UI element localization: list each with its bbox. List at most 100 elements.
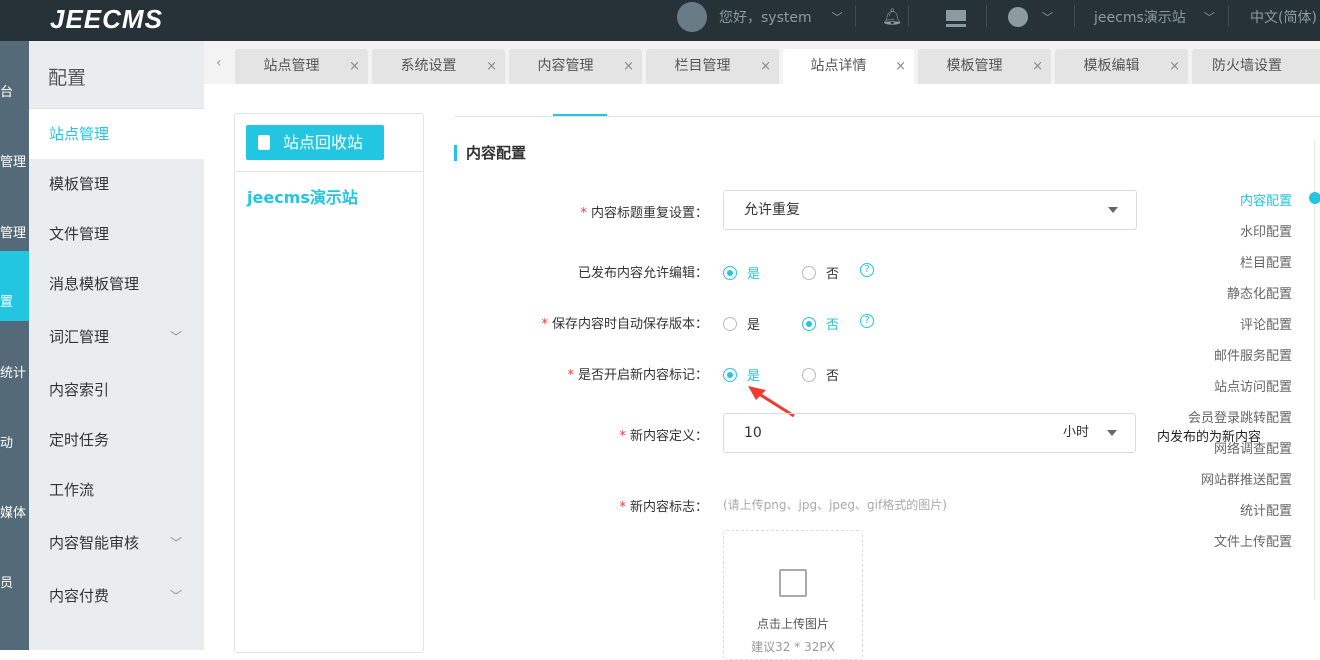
anchor-link[interactable]: 统计配置 xyxy=(1188,500,1292,531)
anchor-nav: 内容配置 水印配置 栏目配置 静态化配置 评论配置 邮件服务配置 站点访问配置 … xyxy=(1188,190,1292,562)
help-icon[interactable]: ? xyxy=(860,263,874,277)
anchor-active-dot xyxy=(1309,192,1320,204)
chevron-down-icon: ﹀ xyxy=(831,10,843,24)
site-panel: 站点回收站 jeecms演示站 xyxy=(234,113,424,653)
tab[interactable]: 栏目管理 × xyxy=(646,49,779,84)
avatar xyxy=(677,1,707,32)
image-upload-area[interactable]: 点击上传图片 建议32 * 32PX xyxy=(723,530,863,660)
tab[interactable]: 模板管理 × xyxy=(918,49,1051,84)
new-mark-yes-radio[interactable]: 是 xyxy=(723,365,760,384)
tab[interactable]: 内容管理 × xyxy=(509,49,642,84)
tab[interactable]: 模板编辑 × xyxy=(1055,49,1188,84)
monitor-icon[interactable] xyxy=(946,0,966,33)
chevron-down-icon: ﹀ xyxy=(169,536,182,550)
main-nav-rail: 台 管理 管理 置 统计 动 媒体 员 xyxy=(0,41,29,650)
tab[interactable]: 站点管理 × xyxy=(235,49,368,84)
site-switcher[interactable]: jeecms演示站 ﹀ xyxy=(1094,0,1215,33)
upload-hint: (请上传png、jpg、jpeg、gif格式的图片) xyxy=(723,498,947,512)
menu-item[interactable]: 文件管理 xyxy=(29,209,204,259)
chevron-left-icon[interactable]: ‹ xyxy=(216,55,222,71)
caret-down-icon xyxy=(1108,207,1118,213)
chevron-down-icon: ﹀ xyxy=(169,589,182,603)
allow-edit-label: 已发布内容允许编辑： xyxy=(577,266,708,281)
rail-item-active[interactable]: 置 xyxy=(0,291,13,310)
anchor-link[interactable]: 内容配置 xyxy=(1188,190,1292,221)
site-tree-item[interactable]: jeecms演示站 xyxy=(247,184,358,208)
menu-item-label: 内容付费 xyxy=(49,587,110,605)
tab-active[interactable]: 站点详情 × xyxy=(783,49,914,84)
anchor-link[interactable]: 文件上传配置 xyxy=(1188,531,1292,562)
menu-item-site-management[interactable]: 站点管理 xyxy=(29,109,204,159)
top-bar: JEECMS 您好，system ﹀ 🔔︎ ﹀ jeecms演示站 ﹀ 中文(简体) xyxy=(0,0,1320,41)
close-icon[interactable]: × xyxy=(1032,49,1043,84)
menu-item[interactable]: 内容索引 xyxy=(29,365,204,415)
caret-down-icon xyxy=(1107,430,1117,436)
rail-item[interactable]: 媒体 xyxy=(0,502,26,521)
new-mark-no-radio[interactable]: 否 xyxy=(802,365,839,384)
rail-item[interactable]: 统计 xyxy=(0,362,26,381)
new-mark-label: * 是否开启新内容标记： xyxy=(567,368,708,383)
menu-item[interactable]: 内容付费 ﹀ xyxy=(29,571,204,621)
auto-version-no-radio[interactable]: 否 xyxy=(802,314,839,333)
section-title: 内容配置 xyxy=(454,145,526,161)
chevron-down-icon: ﹀ xyxy=(1203,10,1215,24)
menu-item[interactable]: 内容智能审核 ﹀ xyxy=(29,515,204,571)
anchor-link[interactable]: 网络调查配置 xyxy=(1188,438,1292,469)
anchor-link[interactable]: 静态化配置 xyxy=(1188,283,1292,314)
close-icon[interactable]: × xyxy=(623,49,634,84)
anchor-link[interactable]: 评论配置 xyxy=(1188,314,1292,345)
new-def-input[interactable]: 10 小时 xyxy=(723,413,1136,453)
anchor-link[interactable]: 网站群推送配置 xyxy=(1188,469,1292,500)
help-icon[interactable]: ? xyxy=(860,314,874,328)
upload-size-hint: 建议32 * 32PX xyxy=(751,640,835,654)
close-icon[interactable]: × xyxy=(760,49,771,84)
rail-item[interactable]: 台 xyxy=(0,81,13,100)
title-repeat-label: * 内容标题重复设置： xyxy=(580,206,708,221)
menu-item-label: 词汇管理 xyxy=(49,328,110,346)
trash-icon xyxy=(258,135,270,150)
menu-item[interactable]: 定时任务 xyxy=(29,415,204,465)
rail-item[interactable]: 员 xyxy=(0,572,13,591)
close-icon[interactable]: × xyxy=(895,49,906,84)
anchor-link[interactable]: 栏目配置 xyxy=(1188,252,1292,283)
menu-item[interactable]: 模板管理 xyxy=(29,159,204,209)
user-menu[interactable]: 您好，system ﹀ xyxy=(677,0,843,33)
greeting: 您好，system xyxy=(719,9,812,26)
title-repeat-select[interactable]: 允许重复 xyxy=(723,190,1137,230)
close-icon[interactable]: × xyxy=(349,49,360,84)
menu-item[interactable]: 工作流 xyxy=(29,465,204,515)
site-recycle-button[interactable]: 站点回收站 xyxy=(246,125,384,160)
auto-version-label: * 保存内容时自动保存版本： xyxy=(541,317,708,332)
new-icon-label: * 新内容标志： xyxy=(619,500,708,515)
close-icon[interactable]: × xyxy=(1169,49,1180,84)
menu-item[interactable]: 词汇管理 ﹀ xyxy=(29,309,204,365)
menu-title: 配置 xyxy=(29,41,204,109)
auto-version-yes-radio[interactable]: 是 xyxy=(723,314,760,333)
tab[interactable]: 防火墙设置 xyxy=(1192,49,1320,84)
anchor-link[interactable]: 会员登录跳转配置 xyxy=(1188,407,1292,438)
tab-bar: ‹ 站点管理 × 系统设置 × 内容管理 × 栏目管理 × 站点详情 × 模板管理 × 模板… xyxy=(204,41,1320,84)
close-icon[interactable]: × xyxy=(486,49,497,84)
chevron-down-icon: ﹀ xyxy=(169,330,182,344)
rail-item[interactable]: 管理 xyxy=(0,151,26,170)
anchor-link[interactable]: 水印配置 xyxy=(1188,221,1292,252)
theme-palette-icon[interactable]: ﹀ xyxy=(1008,0,1053,33)
site-name: jeecms演示站 xyxy=(1094,9,1186,26)
anchor-link[interactable]: 站点访问配置 xyxy=(1188,376,1292,407)
tab[interactable]: 系统设置 × xyxy=(372,49,505,84)
rail-item[interactable]: 管理 xyxy=(0,222,26,241)
image-add-icon xyxy=(779,569,807,597)
logo: JEECMS xyxy=(50,4,163,34)
anchor-link[interactable]: 邮件服务配置 xyxy=(1188,345,1292,376)
upload-label: 点击上传图片 xyxy=(756,617,829,631)
menu-item[interactable]: 消息模板管理 xyxy=(29,259,204,309)
allow-edit-no-radio[interactable]: 否 xyxy=(802,263,839,282)
sub-menu: 配置 站点管理 模板管理 文件管理 消息模板管理 词汇管理 ﹀ 内容索引 定时任务… xyxy=(29,41,204,650)
menu-item-label: 内容智能审核 xyxy=(49,534,140,552)
bell-icon[interactable]: 🔔︎ xyxy=(882,0,902,33)
unit-select[interactable]: 小时 xyxy=(1063,414,1089,452)
new-def-label: * 新内容定义： xyxy=(619,429,708,444)
language-switcher[interactable]: 中文(简体) xyxy=(1250,0,1317,33)
allow-edit-yes-radio[interactable]: 是 xyxy=(723,263,760,282)
rail-item[interactable]: 动 xyxy=(0,432,13,451)
